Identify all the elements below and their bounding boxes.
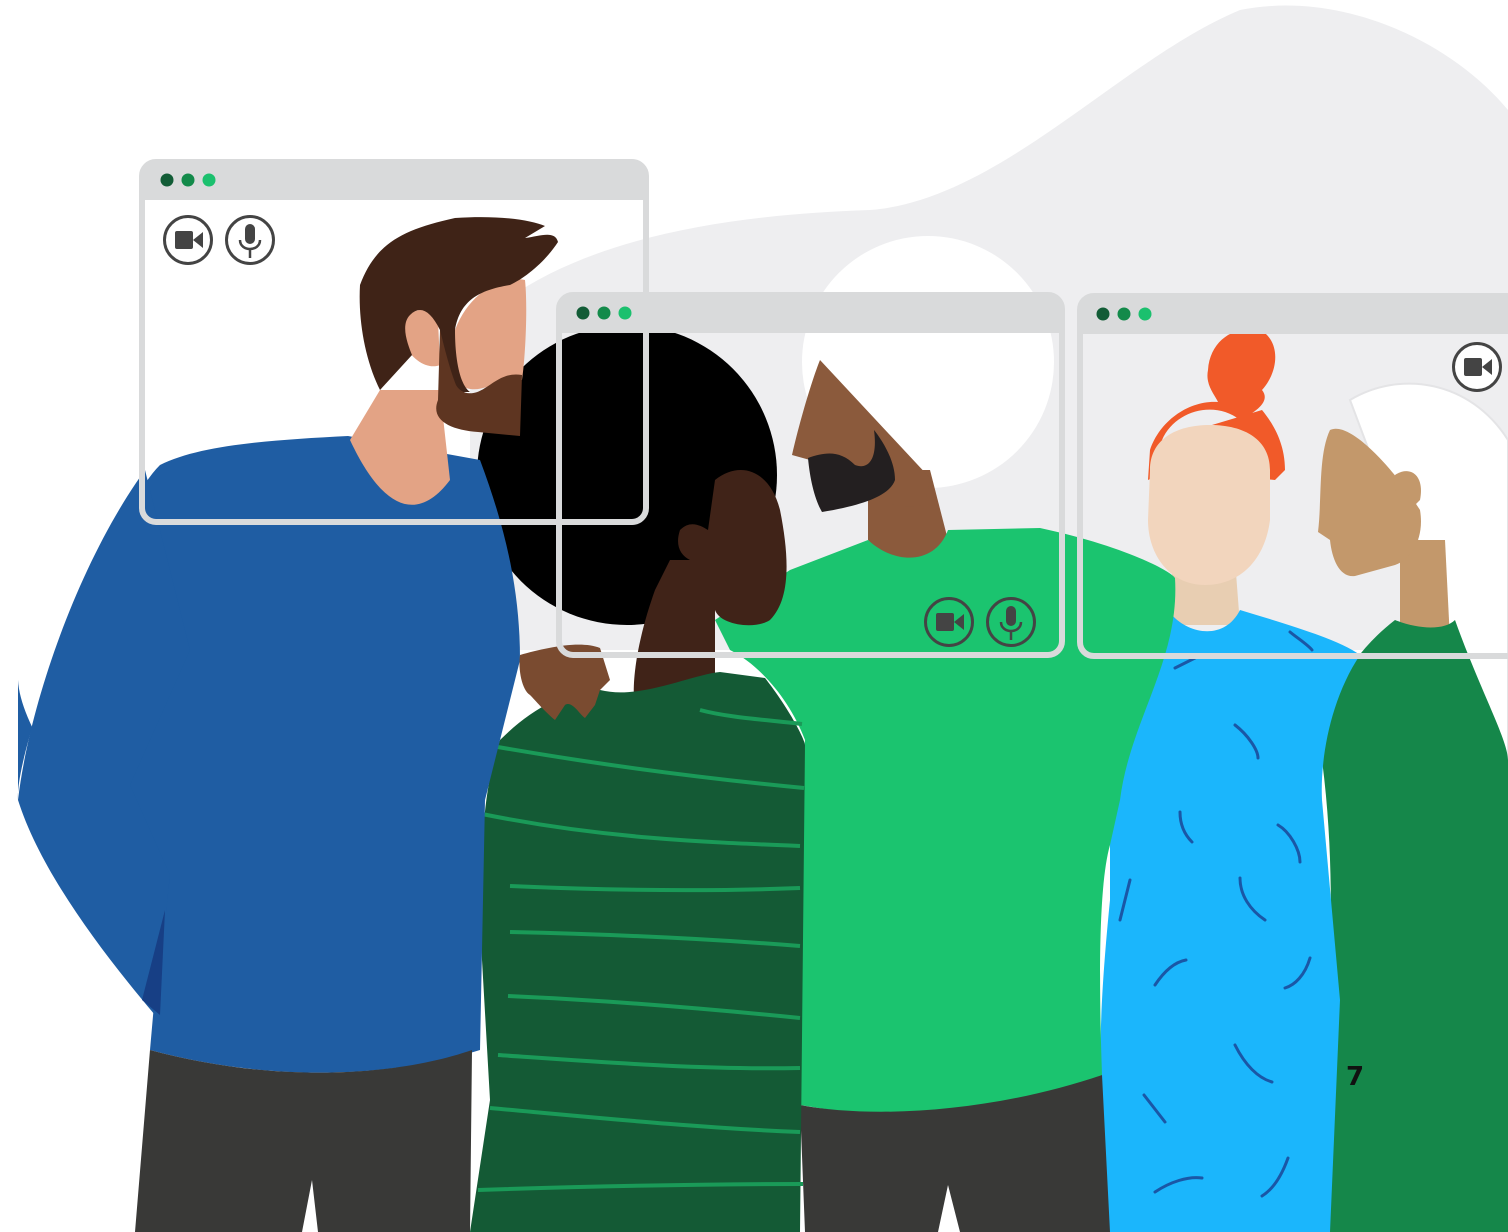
person-2-shirt: [470, 672, 805, 1232]
person-5: [1318, 382, 1508, 1232]
person-4-face: [1148, 425, 1270, 585]
window-dot-1: [1096, 307, 1110, 321]
window-dot-2: [181, 173, 195, 187]
window-dot-2: [597, 306, 611, 320]
person-5-shirt: [1322, 620, 1508, 1232]
camera-icon[interactable]: [1452, 342, 1502, 392]
window-dot-1: [160, 173, 174, 187]
microphone-icon[interactable]: [225, 215, 275, 265]
window-dot-1: [576, 306, 590, 320]
person-2: [470, 325, 805, 1232]
window-dot-3: [202, 173, 216, 187]
window-dot-3: [618, 306, 632, 320]
window-dot-2: [1117, 307, 1131, 321]
camera-icon[interactable]: [163, 215, 213, 265]
page-number: 7: [1346, 1062, 1365, 1092]
window-dot-3: [1138, 307, 1152, 321]
person-1: [17, 217, 558, 1232]
window-titlebar: [142, 162, 646, 200]
window-titlebar: [559, 295, 1062, 333]
video-call-illustration: [17, 5, 1508, 1232]
person-1-pants: [135, 1050, 472, 1232]
